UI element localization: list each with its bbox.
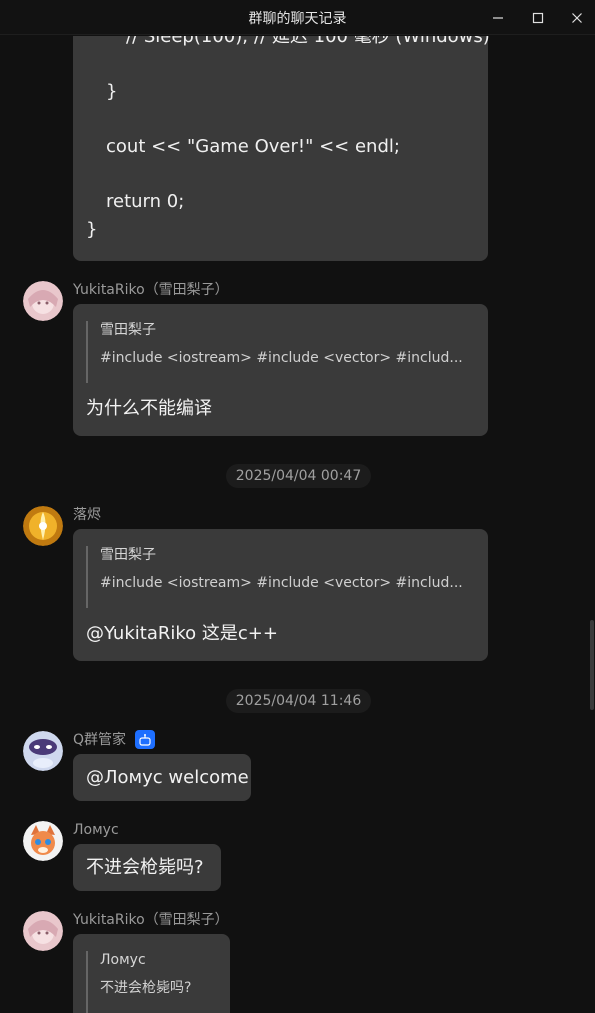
avatar[interactable] (23, 731, 63, 771)
code-line: } (86, 219, 98, 240)
message-bubble[interactable]: 雪田梨子 #include <iostream> #include <vecto… (73, 304, 488, 436)
avatar[interactable] (23, 506, 63, 546)
quoted-sender: Ломус (100, 952, 146, 968)
avatar[interactable] (23, 281, 63, 321)
chat-history[interactable]: // Sleep(100); // 延迟 100 毫秒 (Windows) } … (0, 36, 589, 1013)
minimize-button[interactable] (478, 0, 518, 35)
quoted-reply[interactable]: Ломус 不进会枪毙吗? (86, 951, 191, 1013)
message-bubble[interactable]: @Ломус welcome (73, 754, 251, 801)
quoted-reply[interactable]: 雪田梨子 #include <iostream> #include <vecto… (86, 321, 463, 383)
message-bubble[interactable]: Ломус 不进会枪毙吗? (73, 934, 230, 1013)
quoted-sender: 雪田梨子 (100, 322, 156, 338)
message-bubble[interactable]: 不进会枪毙吗? (73, 844, 221, 891)
avatar[interactable] (23, 911, 63, 951)
close-button[interactable] (557, 0, 595, 35)
maximize-icon (532, 12, 544, 23)
quoted-sender: 雪田梨子 (100, 547, 156, 563)
timestamp: 2025/04/04 11:46 (226, 689, 371, 713)
sender-name: Ломус (73, 822, 119, 838)
code-line: return 0; (106, 191, 185, 212)
quoted-text: 不进会枪毙吗? (100, 980, 192, 996)
message-text: @Ломус welcome (86, 767, 249, 788)
code-line: cout << "Game Over!" << endl; (106, 136, 400, 157)
avatar[interactable] (23, 821, 63, 861)
quoted-text: #include <iostream> #include <vector> #i… (100, 350, 463, 366)
message-text: 为什么不能编译 (86, 398, 212, 419)
title-bar: 群聊的聊天记录 (0, 0, 595, 35)
robot-badge-icon (139, 733, 151, 746)
code-line: // Sleep(100); // 延迟 100 毫秒 (Windows) (126, 36, 490, 47)
sender-name: 落烬 (73, 507, 101, 523)
code-line: } (106, 81, 118, 102)
minimize-icon (493, 16, 503, 19)
message-text: @YukitaRiko 这是c++ (86, 623, 278, 644)
code-message-bubble[interactable]: // Sleep(100); // 延迟 100 毫秒 (Windows) } … (73, 36, 490, 261)
sender-name: YukitaRiko（雪田梨子） (73, 282, 229, 298)
timestamp: 2025/04/04 00:47 (226, 464, 371, 488)
scrollbar-thumb[interactable] (590, 620, 594, 710)
message-bubble[interactable]: 雪田梨子 #include <iostream> #include <vecto… (73, 529, 488, 661)
maximize-button[interactable] (518, 0, 558, 35)
close-icon (572, 12, 582, 23)
sender-name: YukitaRiko（雪田梨子） (73, 912, 229, 928)
message-text: 不进会枪毙吗? (86, 857, 204, 878)
quoted-reply[interactable]: 雪田梨子 #include <iostream> #include <vecto… (86, 546, 463, 608)
scrollbar-track[interactable] (589, 36, 595, 1013)
sender-name: Q群管家 (73, 732, 127, 748)
robot-badge (135, 730, 155, 749)
quoted-text: #include <iostream> #include <vector> #i… (100, 575, 463, 591)
